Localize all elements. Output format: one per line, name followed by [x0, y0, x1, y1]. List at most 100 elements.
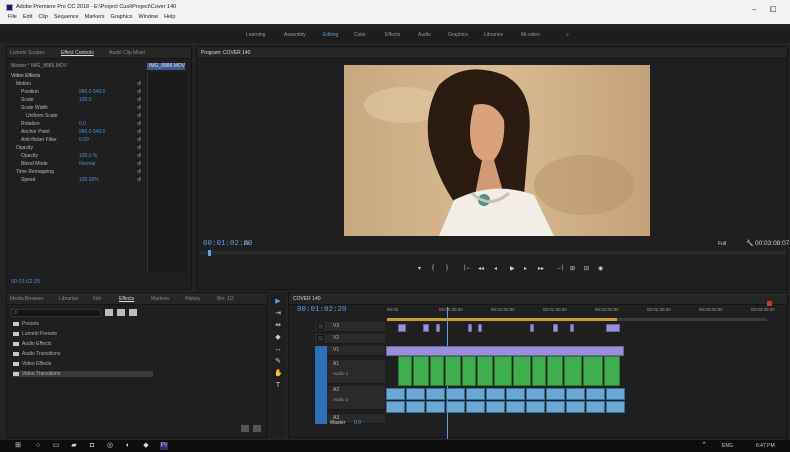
- reset-parameter-icon[interactable]: ↺: [137, 161, 141, 167]
- a1-audio-clip[interactable]: [513, 356, 531, 386]
- 32bit-effects-icon[interactable]: [117, 309, 125, 316]
- transport-control-11[interactable]: ⊟: [584, 265, 589, 272]
- effect-row-value[interactable]: 100.0: [79, 97, 92, 103]
- v2-clip[interactable]: [398, 324, 406, 332]
- tab-lumetri-scopes[interactable]: Lumetri Scopes: [10, 50, 45, 56]
- transport-control-2[interactable]: }: [446, 265, 448, 271]
- tab-effects[interactable]: Effects: [119, 296, 134, 302]
- reset-parameter-icon[interactable]: ↺: [137, 169, 141, 175]
- effect-row-value[interactable]: 960.0 540.0: [79, 89, 105, 95]
- a1-audio-clip[interactable]: [547, 356, 563, 386]
- a2-audio-clip[interactable]: [566, 388, 585, 400]
- effect-row-label[interactable]: Opacity: [21, 153, 38, 159]
- reset-parameter-icon[interactable]: ↺: [137, 97, 141, 103]
- pen-tool-icon[interactable]: ✎: [274, 358, 282, 366]
- effect-row-value[interactable]: 0.0: [79, 121, 86, 127]
- a2-audio-clip[interactable]: [566, 401, 585, 413]
- a1-audio-clip[interactable]: [398, 356, 412, 386]
- slip-tool-icon[interactable]: ↔: [274, 346, 282, 354]
- effect-keyframe-area[interactable]: [147, 73, 187, 273]
- track-header-v2[interactable]: V2: [315, 334, 385, 344]
- workspace-libraries[interactable]: Libraries: [484, 32, 503, 38]
- search-icon[interactable]: ○: [34, 442, 42, 450]
- tab-effect-controls[interactable]: Effect Controls: [61, 50, 94, 56]
- store-icon[interactable]: ◘: [88, 442, 96, 450]
- yuv-effects-icon[interactable]: [129, 309, 137, 316]
- a2-audio-clip[interactable]: [446, 401, 465, 413]
- tab-history[interactable]: History: [185, 296, 201, 302]
- a2-audio-clip[interactable]: [586, 388, 605, 400]
- a1-audio-clip[interactable]: [583, 356, 603, 386]
- effect-row-label[interactable]: Opacity: [16, 145, 33, 151]
- a2-audio-clip[interactable]: [606, 388, 625, 400]
- effect-row-value[interactable]: 0.00: [79, 137, 89, 143]
- track-header-v3[interactable]: V3: [315, 322, 385, 332]
- a2-audio-clip[interactable]: [426, 388, 445, 400]
- file-explorer-icon[interactable]: ▰: [70, 442, 78, 450]
- premiere-taskbar-icon[interactable]: Pr: [160, 442, 168, 450]
- effects-folder-item[interactable]: Presets: [13, 321, 153, 327]
- workspace-learning[interactable]: Learning: [246, 32, 265, 38]
- workspace-effects[interactable]: Effects: [385, 32, 400, 38]
- delete-icon[interactable]: [253, 425, 261, 432]
- v2-clip[interactable]: [478, 324, 482, 332]
- workspace-assembly[interactable]: Assembly: [284, 32, 306, 38]
- v2-clip[interactable]: [553, 324, 558, 332]
- a1-audio-clip[interactable]: [604, 356, 620, 386]
- effects-folder-item[interactable]: Audio Transitions: [13, 351, 153, 357]
- effect-row-label[interactable]: Blend Mode: [21, 161, 48, 167]
- transport-control-6[interactable]: ▶: [510, 265, 515, 272]
- effect-row-label[interactable]: Scale Width: [21, 105, 48, 111]
- start-button-icon[interactable]: ⊞: [14, 442, 22, 450]
- a2-audio-clip[interactable]: [486, 401, 505, 413]
- tab-audio-clip-mixer[interactable]: Audio Clip Mixer: [109, 50, 145, 56]
- menu-edit[interactable]: Edit: [23, 14, 32, 20]
- v2-clip[interactable]: [606, 324, 620, 332]
- tab-markers[interactable]: Markers: [151, 296, 169, 302]
- effect-row-label[interactable]: Uniform Scale: [26, 113, 57, 119]
- program-scrub-bar[interactable]: [200, 250, 786, 256]
- menu-window[interactable]: Window: [139, 14, 159, 20]
- task-view-icon[interactable]: ▭: [52, 442, 60, 450]
- a2-audio-clip[interactable]: [606, 401, 625, 413]
- transport-control-5[interactable]: ◂: [494, 265, 497, 272]
- timeline-timecode[interactable]: 00:01:02:20: [297, 306, 347, 314]
- workspace-mrvideo[interactable]: Mr.video: [521, 32, 540, 38]
- reset-parameter-icon[interactable]: ↺: [137, 153, 141, 159]
- a2-audio-clip[interactable]: [546, 401, 565, 413]
- clock[interactable]: 6:47 PM: [756, 443, 775, 449]
- track-target-toggle[interactable]: [317, 323, 324, 330]
- transport-control-3[interactable]: |←: [464, 265, 472, 271]
- menu-clip[interactable]: Clip: [38, 14, 47, 20]
- transport-control-12[interactable]: ◉: [598, 265, 603, 272]
- a1-audio-clip[interactable]: [462, 356, 476, 386]
- effects-folder-item[interactable]: Video Transitions: [13, 371, 153, 377]
- a2-audio-clip[interactable]: [386, 388, 405, 400]
- effect-row-label[interactable]: Motion: [16, 81, 31, 87]
- transport-control-10[interactable]: ⊞: [570, 265, 575, 272]
- effect-row-label[interactable]: Anti-flicker Filter: [21, 137, 57, 143]
- app-icon[interactable]: ◆: [142, 442, 150, 450]
- tab-libraries[interactable]: Libraries: [59, 296, 78, 302]
- tray-up-icon[interactable]: ⌃: [700, 442, 708, 450]
- transport-control-9[interactable]: →|: [556, 265, 564, 271]
- effect-row-value[interactable]: 960.0 540.0: [79, 129, 105, 135]
- reset-parameter-icon[interactable]: ↺: [137, 129, 141, 135]
- a2-audio-clip[interactable]: [506, 388, 525, 400]
- reset-parameter-icon[interactable]: ↺: [137, 137, 141, 143]
- reset-parameter-icon[interactable]: ↺: [137, 177, 141, 183]
- firefox-icon[interactable]: ◐: [124, 442, 132, 450]
- effects-folder-item[interactable]: Audio Effects: [13, 341, 153, 347]
- tab-program[interactable]: Program: COVER 140: [201, 50, 250, 56]
- transport-control-0[interactable]: ▾: [418, 265, 421, 272]
- track-target-toggle[interactable]: [317, 335, 324, 342]
- minimize-button[interactable]: –: [752, 5, 756, 14]
- v2-clip[interactable]: [570, 324, 574, 332]
- workspace-graphics[interactable]: Graphics: [448, 32, 468, 38]
- workspace-audio[interactable]: Audio: [418, 32, 431, 38]
- tab-sequence[interactable]: COVER 140: [293, 296, 321, 302]
- transport-control-8[interactable]: ▸▸: [538, 265, 544, 272]
- menu-file[interactable]: File: [8, 14, 17, 20]
- a2-audio-clip[interactable]: [406, 401, 425, 413]
- menu-help[interactable]: Help: [164, 14, 175, 20]
